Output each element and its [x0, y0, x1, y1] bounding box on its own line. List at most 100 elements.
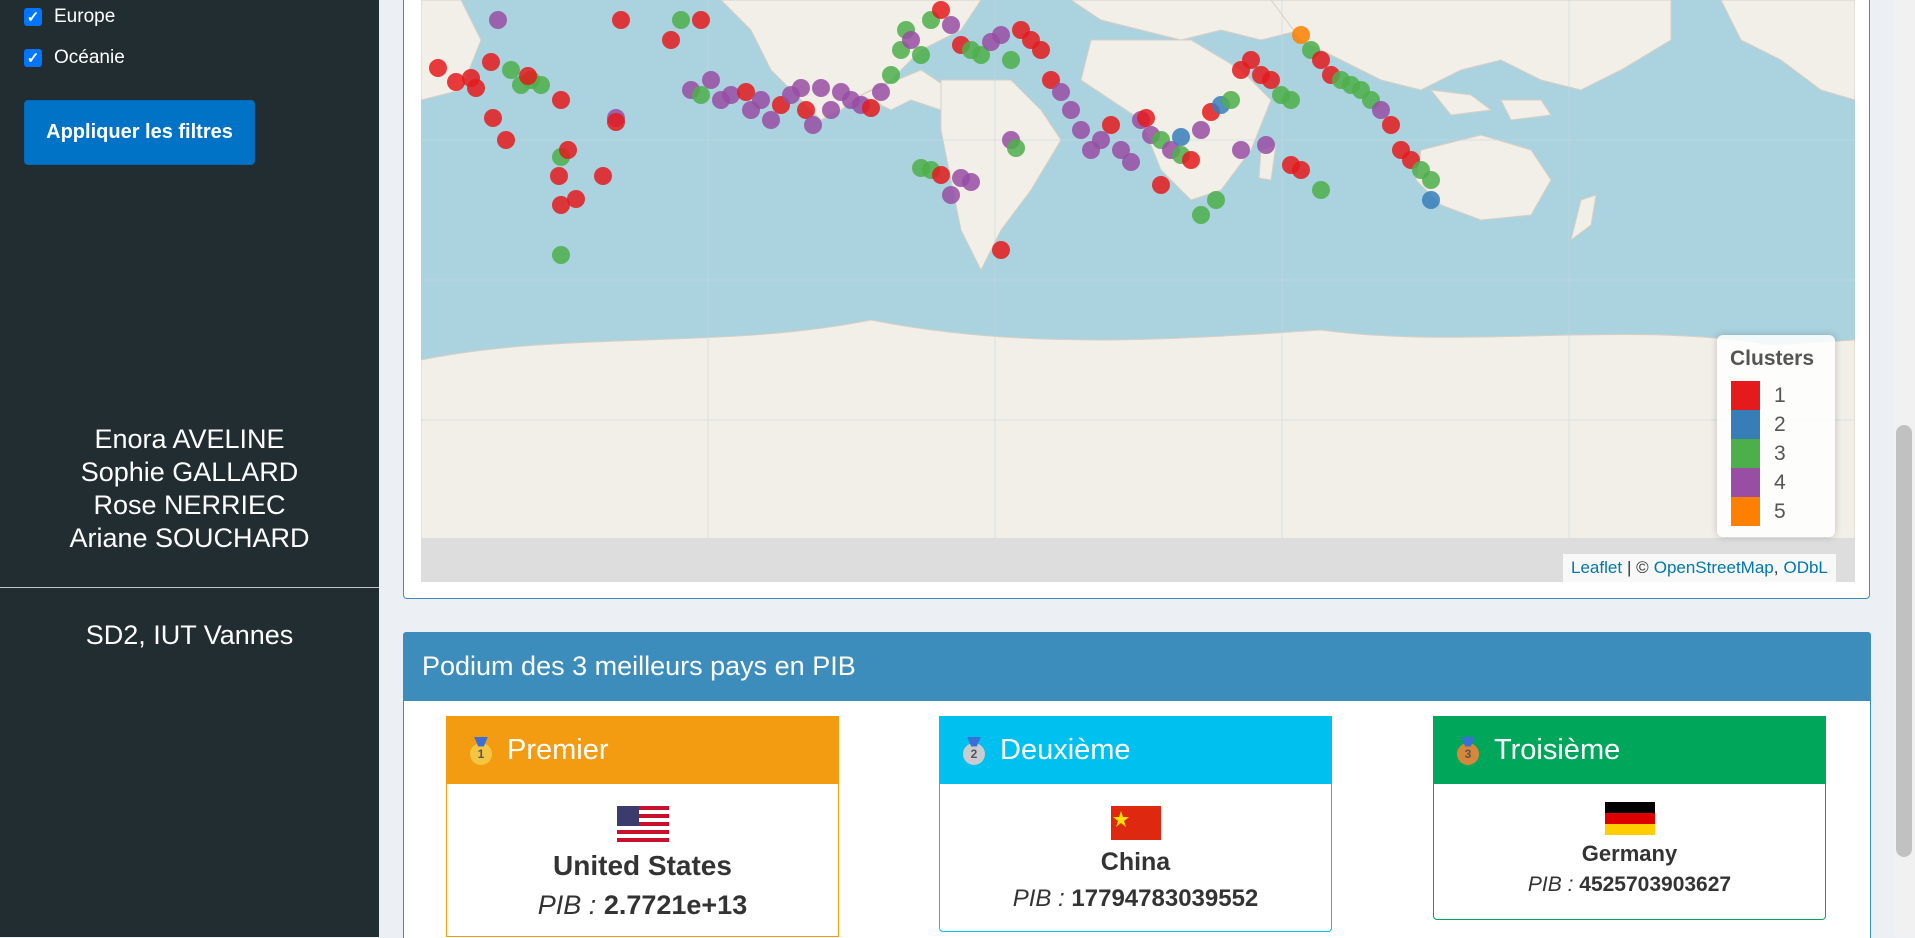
- country-marker[interactable]: [672, 11, 690, 29]
- country-marker[interactable]: [992, 241, 1010, 259]
- osm-link[interactable]: OpenStreetMap: [1654, 558, 1774, 578]
- filter-oceanie[interactable]: ✓ Océanie: [24, 47, 125, 69]
- leaflet-link[interactable]: Leaflet: [1571, 558, 1622, 578]
- card-rank: Deuxième: [1000, 734, 1131, 766]
- country-marker[interactable]: [1292, 161, 1310, 179]
- apply-filters-button[interactable]: Appliquer les filtres: [24, 100, 255, 165]
- country-marker[interactable]: [1422, 171, 1440, 189]
- country-marker[interactable]: [1292, 26, 1310, 44]
- country-marker[interactable]: [1192, 206, 1210, 224]
- country-marker[interactable]: [1232, 141, 1250, 159]
- country-marker[interactable]: [559, 141, 577, 159]
- map-box: [403, 0, 1870, 599]
- country-marker[interactable]: [1032, 41, 1050, 59]
- page-scrollbar[interactable]: [1893, 0, 1915, 937]
- legend-label: 3: [1774, 441, 1786, 465]
- country-marker[interactable]: [552, 196, 570, 214]
- school-label: SD2, IUT Vannes: [85, 620, 294, 650]
- country-marker[interactable]: [862, 99, 880, 117]
- country-marker[interactable]: [1062, 101, 1080, 119]
- pib-label: PIB :: [1527, 873, 1574, 896]
- country-marker[interactable]: [932, 1, 950, 19]
- country-marker[interactable]: [752, 91, 770, 109]
- country-marker[interactable]: [912, 46, 930, 64]
- country-marker[interactable]: [484, 109, 502, 127]
- checkbox-checked-icon[interactable]: ✓: [24, 49, 42, 67]
- country-marker[interactable]: [872, 83, 890, 101]
- country-marker[interactable]: [489, 11, 507, 29]
- legend-swatch: [1731, 497, 1760, 526]
- country-marker[interactable]: [612, 11, 630, 29]
- country-marker[interactable]: [902, 31, 920, 49]
- country-marker[interactable]: [594, 167, 612, 185]
- country-marker[interactable]: [1312, 181, 1330, 199]
- country-marker[interactable]: [502, 61, 520, 79]
- filter-europe[interactable]: ✓ Europe: [24, 6, 115, 28]
- legend-item: 4: [1731, 468, 1786, 497]
- country-name: China: [1100, 848, 1171, 876]
- country-marker[interactable]: [722, 86, 740, 104]
- country-marker[interactable]: [1422, 191, 1440, 209]
- card-rank: Troisième: [1494, 734, 1621, 766]
- country-marker[interactable]: [467, 79, 485, 97]
- country-marker[interactable]: [1152, 176, 1170, 194]
- country-marker[interactable]: [1222, 91, 1240, 109]
- country-marker[interactable]: [482, 53, 500, 71]
- author-name: Ariane SOUCHARD: [69, 523, 310, 553]
- scrollbar-thumb[interactable]: [1896, 425, 1912, 857]
- country-marker[interactable]: [792, 79, 810, 97]
- country-marker[interactable]: [1002, 51, 1020, 69]
- country-marker[interactable]: [552, 246, 570, 264]
- filter-label: Océanie: [54, 47, 125, 68]
- country-marker[interactable]: [812, 79, 830, 97]
- country-marker[interactable]: [1262, 71, 1280, 89]
- pib-label: PIB :: [537, 890, 597, 920]
- country-marker[interactable]: [692, 11, 710, 29]
- country-marker[interactable]: [662, 31, 680, 49]
- country-marker[interactable]: [992, 26, 1010, 44]
- country-marker[interactable]: [1382, 116, 1400, 134]
- country-marker[interactable]: [1312, 51, 1330, 69]
- country-marker[interactable]: [1282, 91, 1300, 109]
- legend-label: 1: [1774, 383, 1786, 407]
- country-marker[interactable]: [1207, 191, 1225, 209]
- country-marker[interactable]: [1172, 128, 1190, 146]
- country-marker[interactable]: [822, 101, 840, 119]
- country-marker[interactable]: [552, 91, 570, 109]
- country-marker[interactable]: [762, 111, 780, 129]
- pib-label: PIB :: [1012, 885, 1065, 912]
- odbl-link[interactable]: ODbL: [1783, 558, 1827, 578]
- country-marker[interactable]: [942, 186, 960, 204]
- silver-medal-icon: 2: [960, 736, 988, 765]
- country-marker[interactable]: [962, 173, 980, 191]
- country-marker[interactable]: [1092, 131, 1110, 149]
- country-marker[interactable]: [804, 116, 822, 134]
- country-marker[interactable]: [1257, 136, 1275, 154]
- world-map[interactable]: [421, 0, 1855, 582]
- country-marker[interactable]: [607, 113, 625, 131]
- country-marker[interactable]: [1122, 153, 1140, 171]
- country-marker[interactable]: [1102, 116, 1120, 134]
- country-marker[interactable]: [932, 166, 950, 184]
- country-marker[interactable]: [550, 167, 568, 185]
- country-marker[interactable]: [429, 59, 447, 77]
- country-marker[interactable]: [447, 73, 465, 91]
- country-marker[interactable]: [1182, 151, 1200, 169]
- country-marker[interactable]: [882, 66, 900, 84]
- country-marker[interactable]: [1052, 83, 1070, 101]
- country-marker[interactable]: [1007, 139, 1025, 157]
- checkbox-checked-icon[interactable]: ✓: [24, 8, 42, 26]
- gold-medal-icon: 1: [467, 736, 495, 765]
- pib-line: PIB : 2.7721e+13: [447, 890, 838, 921]
- country-marker[interactable]: [942, 16, 960, 34]
- country-marker[interactable]: [519, 67, 537, 85]
- country-marker[interactable]: [1072, 121, 1090, 139]
- country-marker[interactable]: [702, 71, 720, 89]
- country-marker[interactable]: [1372, 101, 1390, 119]
- map-canvas[interactable]: [421, 0, 1855, 582]
- country-marker[interactable]: [497, 131, 515, 149]
- country-marker[interactable]: [692, 86, 710, 104]
- country-marker[interactable]: [1242, 51, 1260, 69]
- country-marker[interactable]: [1192, 121, 1210, 139]
- country-marker[interactable]: [1137, 109, 1155, 127]
